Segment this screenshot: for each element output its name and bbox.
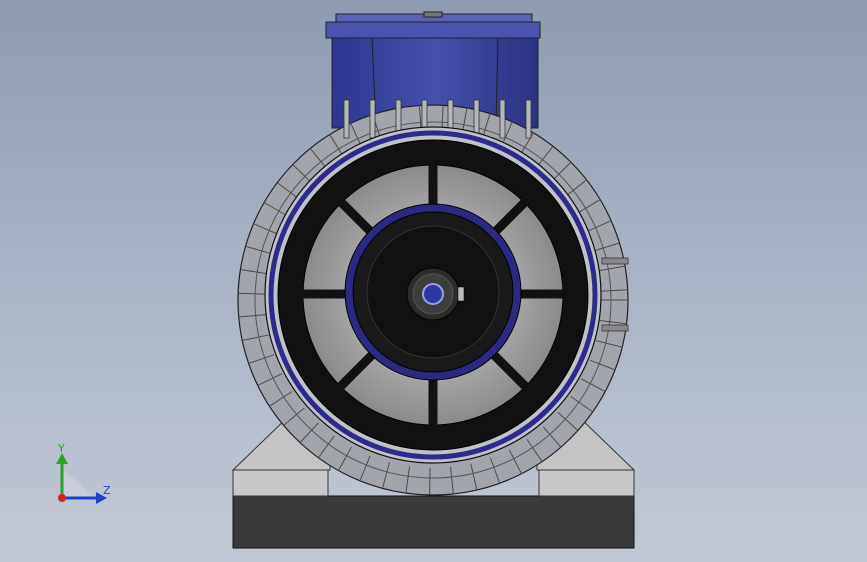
terminal-box-rib (343, 99, 350, 139)
z-axis-label: Z (103, 484, 111, 497)
motor-model[interactable] (0, 0, 867, 562)
base-plate (232, 495, 635, 549)
triad-plane (62, 468, 95, 498)
y-axis-label: Y (57, 442, 65, 455)
x-axis-origin (58, 494, 66, 502)
view-orientation-triad[interactable]: Y Z (50, 440, 120, 510)
terminal-box-rib (369, 99, 376, 139)
terminal-box-rib (525, 99, 532, 139)
terminal-box-rib (499, 99, 506, 139)
graphics-viewport[interactable]: Y Z (0, 0, 867, 562)
